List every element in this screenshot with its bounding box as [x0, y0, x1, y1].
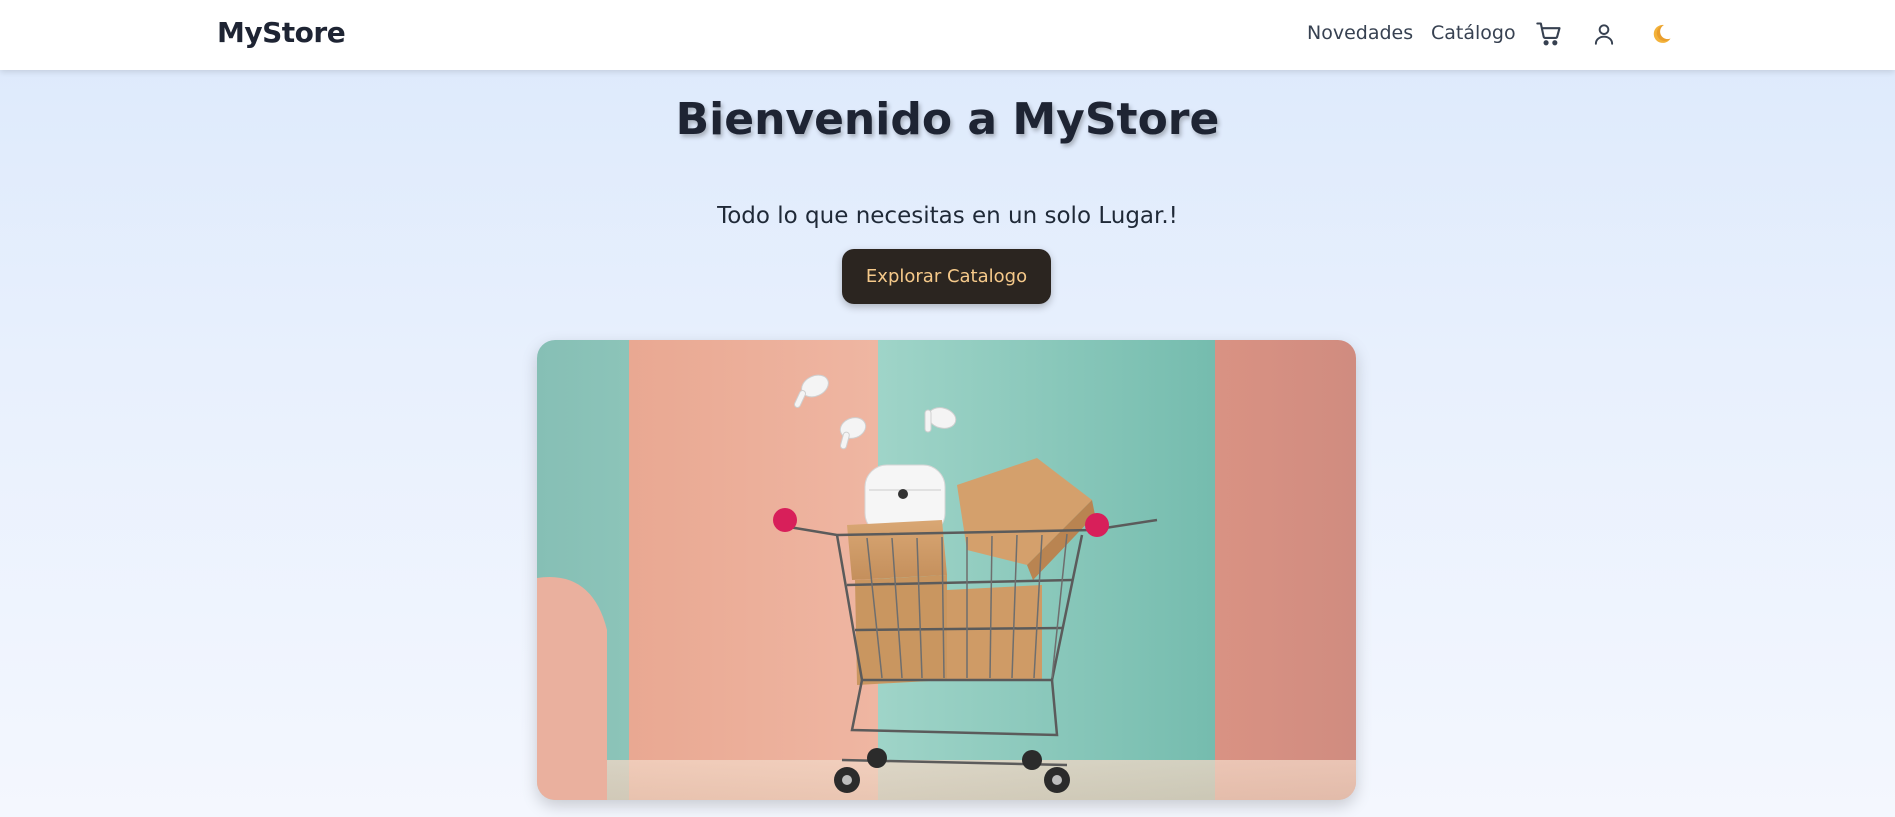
nav-link-catalogo[interactable]: Catálogo	[1431, 22, 1516, 44]
hero-title: Bienvenido a MyStore	[675, 94, 1220, 145]
nav-link-novedades[interactable]: Novedades	[1307, 22, 1413, 44]
brand-logo[interactable]: MyStore	[217, 16, 346, 49]
user-icon[interactable]	[1588, 18, 1620, 50]
navbar: MyStore Novedades Catálogo	[0, 0, 1895, 70]
hero-image	[537, 340, 1356, 800]
explore-catalog-button[interactable]: Explorar Catalogo	[842, 249, 1051, 304]
hero-subtitle: Todo lo que necesitas en un solo Lugar.!	[717, 203, 1178, 229]
cart-icon[interactable]	[1533, 18, 1565, 50]
moon-icon[interactable]	[1645, 18, 1677, 50]
